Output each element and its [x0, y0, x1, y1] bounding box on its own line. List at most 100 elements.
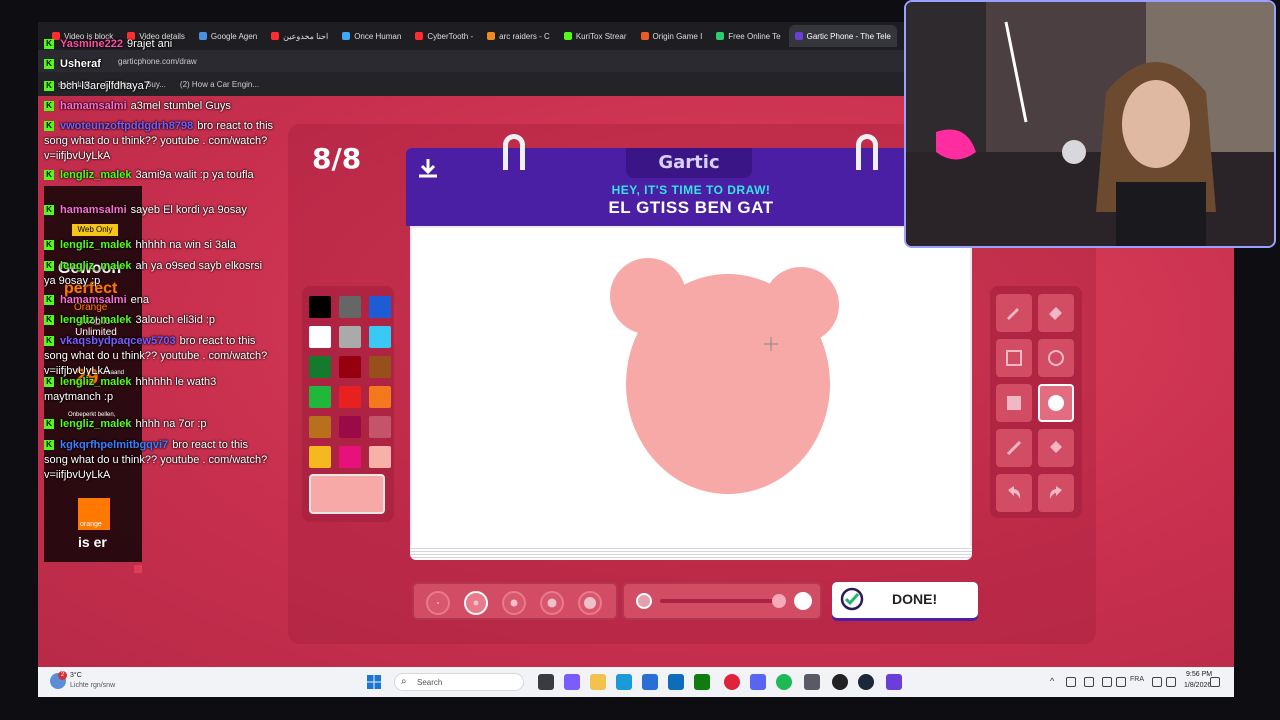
kick-badge-icon: K [44, 59, 54, 70]
discord-icon[interactable] [750, 674, 766, 690]
chat-message: Khamamsalmi sayeb El kordi ya 9osay [44, 203, 274, 218]
tool-button[interactable] [996, 294, 1032, 332]
browser-tab[interactable]: Once Human [336, 25, 407, 47]
language-indicator[interactable]: FRA [1130, 676, 1144, 683]
windows-start-icon[interactable] [366, 674, 382, 690]
color-swatch[interactable] [339, 446, 361, 468]
browser-tab[interactable]: CyberTooth - [409, 25, 479, 47]
brush-size-5[interactable] [578, 591, 602, 615]
battery-icon[interactable] [1210, 677, 1220, 687]
browser-tab[interactable]: arc raiders - C [481, 25, 556, 47]
gartic-taskbar-icon[interactable] [886, 674, 902, 690]
redo-icon [1049, 486, 1062, 499]
tool-button[interactable] [1038, 384, 1074, 422]
opacity-thumb[interactable] [772, 594, 786, 608]
browser-tab[interactable]: KuriTox Strear [558, 25, 633, 47]
bucket-icon [1050, 441, 1062, 453]
tool-button[interactable] [1038, 429, 1074, 467]
color-swatch[interactable] [339, 386, 361, 408]
tool-button[interactable] [996, 474, 1032, 512]
orange-logo-text: orange [80, 521, 102, 528]
color-swatch[interactable] [309, 326, 331, 348]
outlook-icon[interactable] [668, 674, 684, 690]
color-swatch[interactable] [309, 356, 331, 378]
browser-tab[interactable]: احنا مخدوعين [265, 25, 334, 47]
tool-button[interactable] [996, 339, 1032, 377]
opacity-track[interactable] [660, 599, 778, 603]
clock-time[interactable]: 9:56 PM [1186, 671, 1212, 678]
brush-size-4[interactable] [540, 591, 564, 615]
clock-date[interactable]: 1/8/2026 [1184, 682, 1211, 689]
browser-tab[interactable]: Free Online Te [710, 25, 786, 47]
xbox-icon[interactable] [694, 674, 710, 690]
file-explorer-icon[interactable] [590, 674, 606, 690]
taskbar-search[interactable]: ⌕ Search [394, 673, 524, 691]
current-color [309, 474, 385, 514]
tool-button[interactable] [1038, 294, 1074, 332]
chat-message: Klengliz_malek 3ami9a walit :p ya toufla [44, 168, 274, 183]
wifi-icon[interactable] [1152, 677, 1162, 687]
binder-ring-right [856, 134, 878, 170]
weather-desc: Lichte rgn/snw [70, 682, 116, 689]
copilot-icon[interactable] [564, 674, 580, 690]
tab-label: Free Online Te [728, 31, 781, 41]
color-swatch[interactable] [339, 356, 361, 378]
obs-icon[interactable] [832, 674, 848, 690]
chat-message: Khamamsalmi ena [44, 293, 274, 308]
store-icon[interactable] [642, 674, 658, 690]
webcam-feed [906, 2, 1274, 246]
color-swatch[interactable] [309, 416, 331, 438]
brush-size-dot-icon [437, 602, 439, 604]
done-button[interactable]: DONE! [832, 582, 978, 618]
brush-size-dot-icon [547, 598, 557, 608]
spotify-icon[interactable] [776, 674, 792, 690]
color-swatch[interactable] [369, 446, 391, 468]
opacity-slider[interactable] [622, 582, 822, 620]
tool-button[interactable] [1038, 474, 1074, 512]
color-swatch[interactable] [369, 386, 391, 408]
task-view-icon[interactable] [538, 674, 554, 690]
mic-icon[interactable] [1116, 677, 1126, 687]
ad-choices-icon[interactable] [134, 565, 142, 573]
chat-text: 9rajet ani [127, 38, 173, 50]
browser-tab[interactable]: Gartic Phone - The Tele [788, 25, 897, 47]
undo-icon [1008, 486, 1021, 499]
chevron-up-icon[interactable]: ^ [1050, 676, 1054, 686]
color-swatch[interactable] [369, 326, 391, 348]
tool-button[interactable] [996, 429, 1032, 467]
color-swatch[interactable] [309, 296, 331, 318]
brush-size-1[interactable] [426, 591, 450, 615]
browser-tab[interactable]: Origin Game I [635, 25, 709, 47]
tab-favicon-icon [415, 32, 424, 40]
kick-badge-icon: K [44, 377, 54, 388]
color-swatch[interactable] [369, 296, 391, 318]
color-swatch[interactable] [339, 326, 361, 348]
rectangle-fill-icon [1007, 396, 1021, 410]
tool-button[interactable] [996, 384, 1032, 422]
tool-button[interactable] [1038, 339, 1074, 377]
color-swatch[interactable] [369, 416, 391, 438]
chat-username: lengliz_malek [60, 260, 132, 272]
download-icon[interactable] [416, 156, 440, 180]
brush-size-2[interactable] [464, 591, 488, 615]
volume-icon[interactable] [1166, 677, 1176, 687]
drawing-notebook: Gartic HEY, IT'S TIME TO DRAW! EL GTISS … [406, 134, 976, 568]
color-swatch[interactable] [339, 416, 361, 438]
opera-icon[interactable] [724, 674, 740, 690]
line-icon [1006, 440, 1022, 456]
pencil-icon [1007, 308, 1019, 320]
network-icon[interactable] [1066, 677, 1076, 687]
brush-size-3[interactable] [502, 591, 526, 615]
settings-icon[interactable] [804, 674, 820, 690]
onedrive-icon[interactable] [1084, 677, 1094, 687]
edge-icon[interactable] [616, 674, 632, 690]
color-swatch[interactable] [309, 386, 331, 408]
color-swatch[interactable] [339, 296, 361, 318]
chat-message: Kvwoteunzoftpddgdrh8798 bro react to this… [44, 119, 274, 164]
color-swatch[interactable] [369, 356, 391, 378]
drawing-canvas[interactable] [410, 226, 972, 548]
steam-icon[interactable] [858, 674, 874, 690]
chat-username: hamamsalmi [60, 204, 127, 216]
color-swatch[interactable] [309, 446, 331, 468]
bluetooth-icon[interactable] [1102, 677, 1112, 687]
